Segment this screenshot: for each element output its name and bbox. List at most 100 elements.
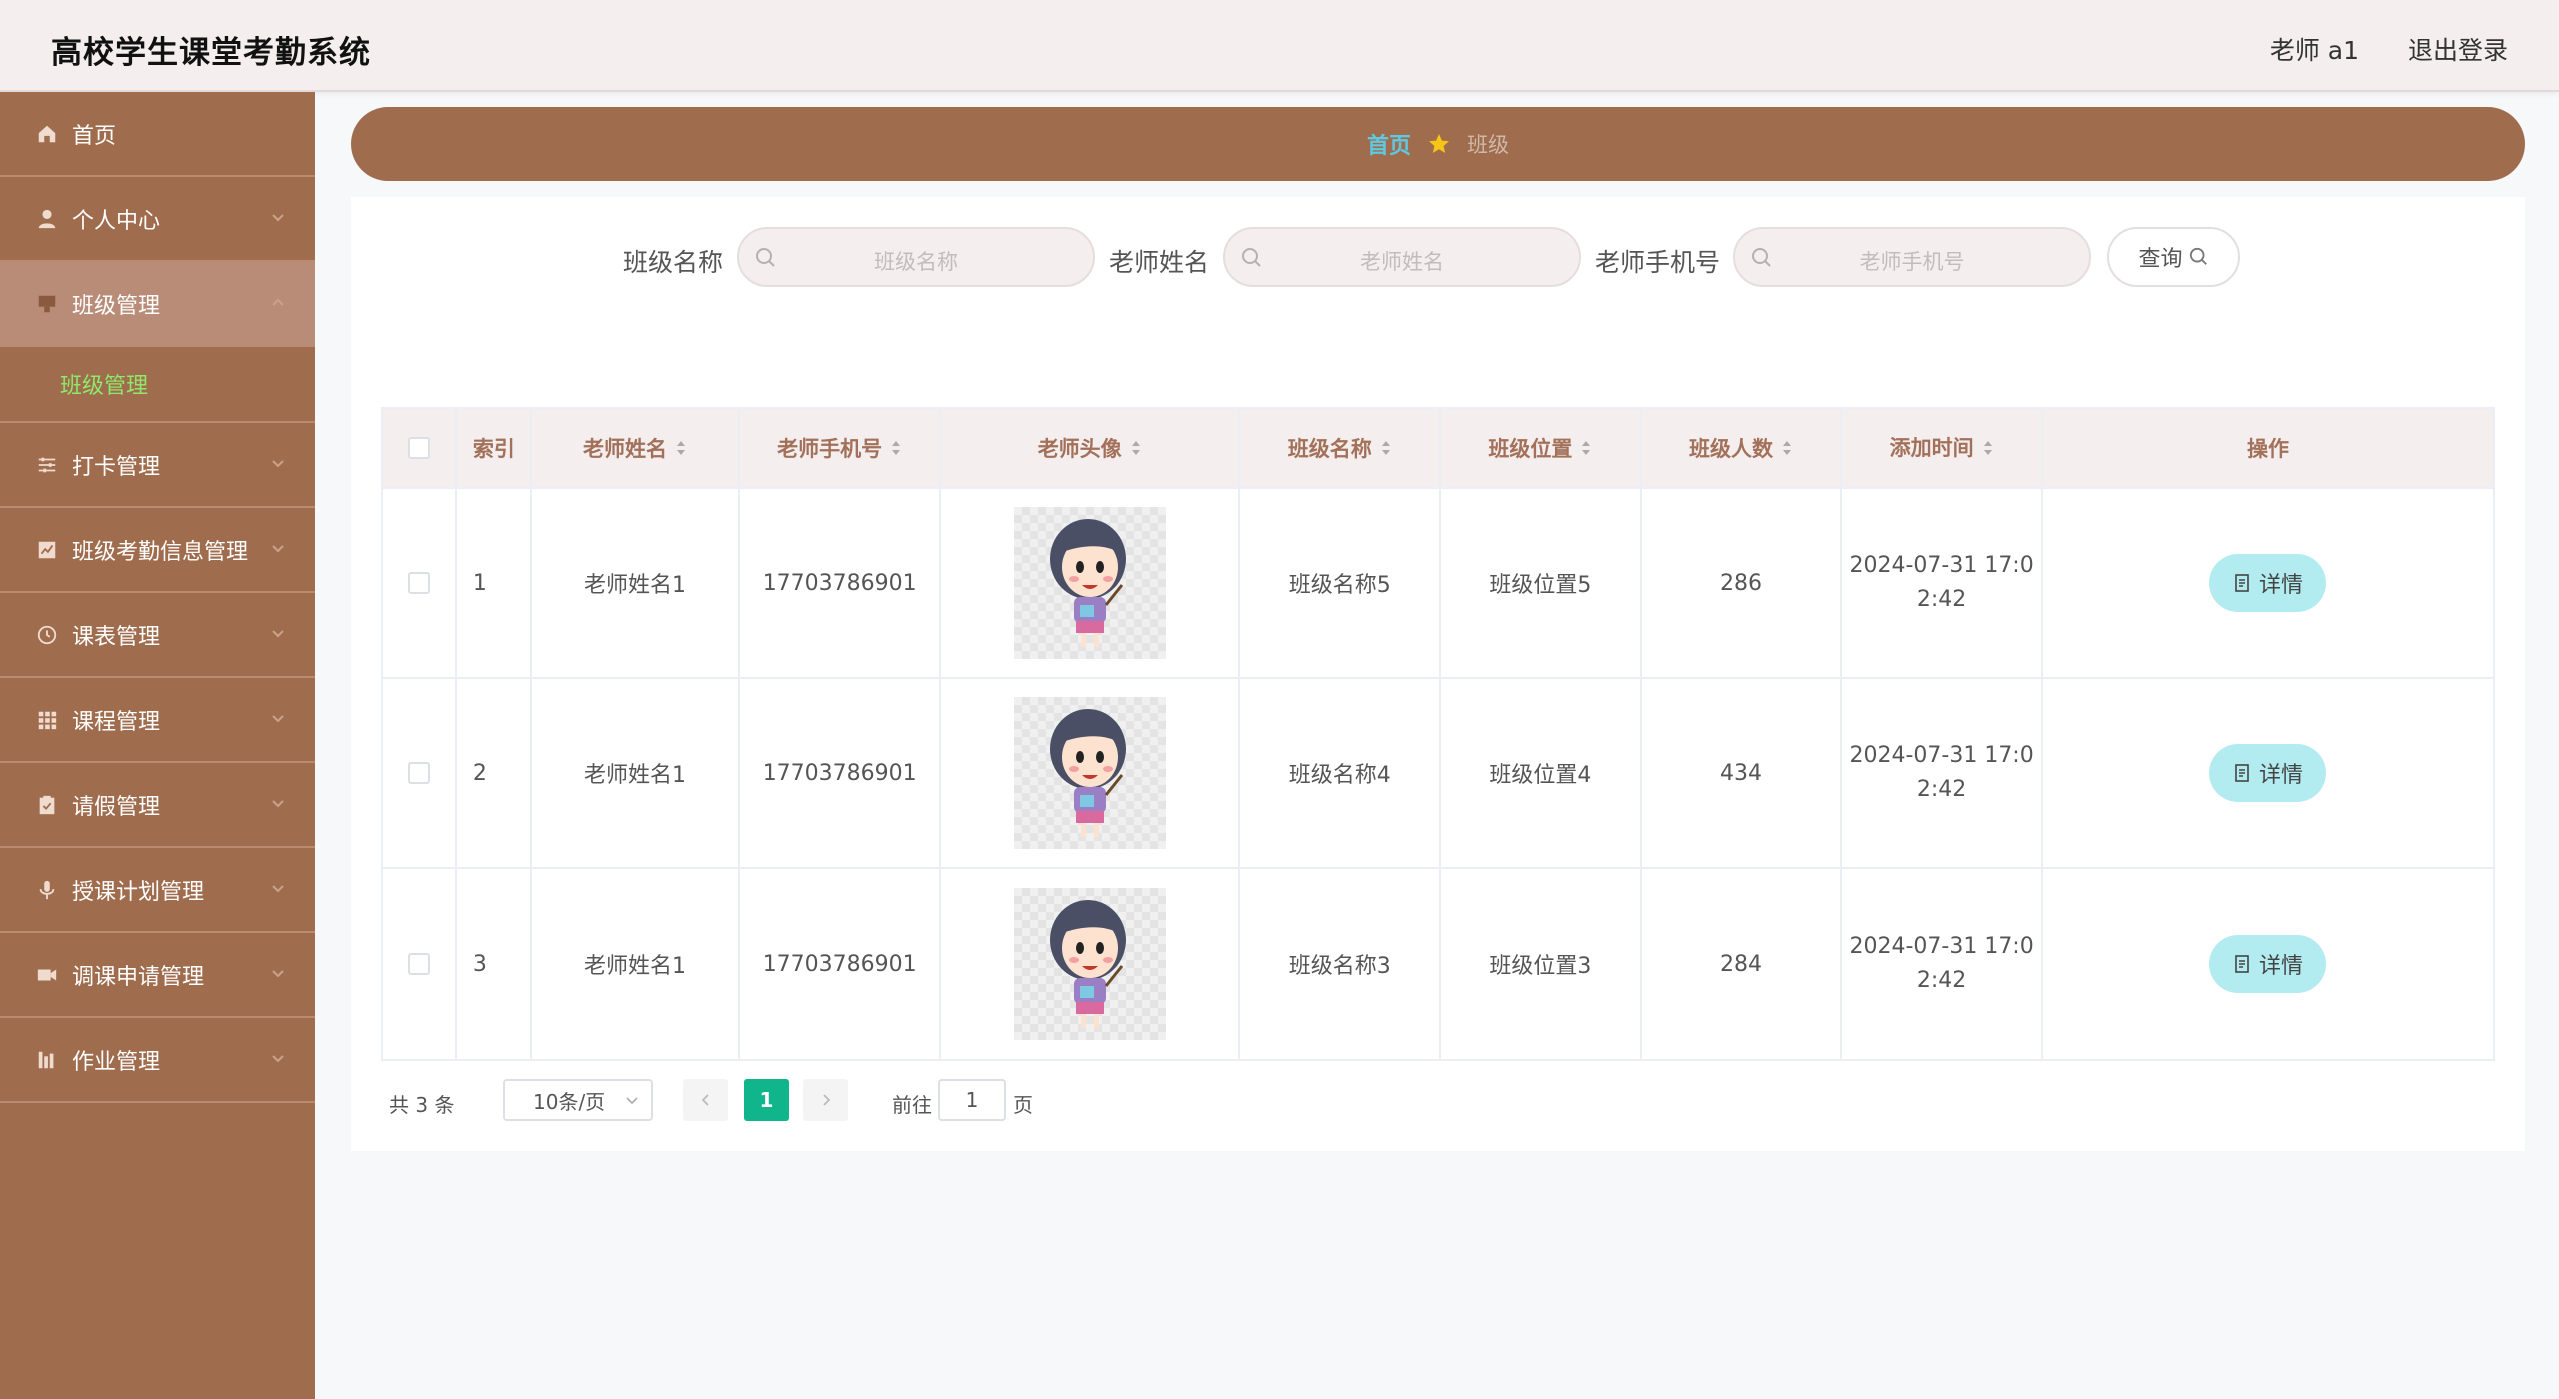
mic-icon (36, 879, 58, 901)
table-header: 索引 老师姓名 老师手机号 老师头像 班级名称 班级位置 班级人数 添加时间 操… (383, 409, 2493, 489)
cell-avatar (941, 489, 1241, 677)
chevron-down-icon (626, 1097, 638, 1105)
class-name-input[interactable]: 班级名称 (737, 227, 1095, 287)
page-size-value: 10条/页 (533, 1089, 606, 1114)
sidebar: 首页 个人中心 班级管理 班级管理 打卡管理 班级考勤信息管理 课表管理 课程管… (0, 92, 315, 1399)
select-all-checkbox[interactable] (407, 437, 430, 459)
cell-teacher-phone: 17703786901 (740, 489, 941, 677)
sidebar-item-timetable[interactable]: 课表管理 (0, 593, 315, 678)
header-teacher-avatar[interactable]: 老师头像 (941, 409, 1241, 487)
cell-index: 3 (457, 869, 532, 1059)
cell-class-count: 434 (1642, 679, 1843, 867)
sidebar-item-label: 打卡管理 (72, 454, 161, 480)
header-label: 添加时间 (1889, 436, 1974, 460)
detail-button[interactable]: 详情 (2209, 935, 2327, 993)
header-label: 班级名称 (1287, 437, 1372, 461)
next-page-button[interactable] (803, 1079, 848, 1121)
pagination-total: 共 3 条 (389, 1093, 455, 1117)
chevron-down-icon (272, 800, 284, 808)
sidebar-item-teaching-plan[interactable]: 授课计划管理 (0, 848, 315, 933)
chevron-down-icon (272, 630, 284, 638)
sidebar-item-profile[interactable]: 个人中心 (0, 177, 315, 262)
cell-class-name: 班级名称5 (1240, 489, 1442, 677)
prev-page-button[interactable] (683, 1079, 728, 1121)
teacher-name-input[interactable]: 老师姓名 (1223, 227, 1581, 287)
header-add-time[interactable]: 添加时间 (1842, 409, 2043, 487)
page-suffix-label: 页 (1013, 1093, 1033, 1117)
header-actions: 操作 (2246, 437, 2289, 461)
document-icon (2235, 955, 2249, 973)
header-teacher-name[interactable]: 老师姓名 (532, 409, 741, 487)
sidebar-item-label: 作业管理 (72, 1049, 161, 1075)
main-content: 班级名称 班级名称 老师姓名 老师姓名 老师手机号 老师手机号 查询 索引 老师… (351, 197, 2525, 1151)
row-check-cell (383, 679, 457, 867)
breadcrumb-home[interactable]: 首页 (1367, 128, 1411, 160)
cell-teacher-phone: 17703786901 (740, 679, 941, 867)
clock-icon (36, 624, 58, 646)
sidebar-item-label: 班级考勤信息管理 (72, 539, 249, 565)
query-button[interactable]: 查询 (2107, 227, 2240, 287)
cell-avatar (941, 869, 1241, 1059)
chevron-down-icon (272, 545, 284, 553)
teacher-avatar-illustration (1049, 709, 1126, 837)
sidebar-item-label: 授课计划管理 (72, 879, 205, 905)
cell-teacher-name: 老师姓名1 (532, 869, 741, 1059)
page-number-current[interactable]: 1 (744, 1079, 789, 1121)
chevron-up-icon (272, 298, 284, 306)
clipboard-icon (36, 794, 58, 816)
cell-actions: 详情 (2043, 869, 2493, 1059)
row-checkbox[interactable] (407, 953, 430, 975)
goto-page-input[interactable] (938, 1079, 1006, 1121)
teacher-avatar-image[interactable] (1013, 507, 1166, 659)
header-class-count[interactable]: 班级人数 (1642, 409, 1843, 487)
sidebar-item-label: 首页 (72, 123, 117, 149)
cell-class-name: 班级名称4 (1240, 679, 1442, 867)
cell-class-position: 班级位置4 (1441, 679, 1642, 867)
cell-add-time: 2024-07-31 17:0 2:42 (1842, 869, 2043, 1059)
chevron-left-icon (701, 1094, 709, 1106)
detail-button[interactable]: 详情 (2209, 744, 2327, 802)
sidebar-subitem-class-management[interactable]: 班级管理 (0, 347, 315, 423)
sidebar-item-label: 课表管理 (72, 624, 161, 650)
row-checkbox[interactable] (407, 762, 430, 784)
class-table: 索引 老师姓名 老师手机号 老师头像 班级名称 班级位置 班级人数 添加时间 操… (381, 407, 2495, 1061)
detail-button[interactable]: 详情 (2209, 554, 2327, 612)
sidebar-item-homework[interactable]: 作业管理 (0, 1018, 315, 1103)
cell-index: 2 (457, 679, 532, 867)
header-class-position[interactable]: 班级位置 (1441, 409, 1642, 487)
row-checkbox[interactable] (407, 572, 430, 594)
sidebar-item-attendance[interactable]: 班级考勤信息管理 (0, 508, 315, 593)
logout-link[interactable]: 退出登录 (2408, 31, 2508, 67)
teacher-avatar-illustration (1049, 519, 1126, 647)
header-class-name[interactable]: 班级名称 (1240, 409, 1442, 487)
table-row: 2 老师姓名1 17703786901 班级名称4 班级位置4 434 2024… (383, 679, 2493, 869)
cell-index: 1 (457, 489, 532, 677)
cell-class-position: 班级位置3 (1441, 869, 1642, 1059)
sidebar-item-checkin[interactable]: 打卡管理 (0, 423, 315, 508)
sidebar-item-course-adjust[interactable]: 调课申请管理 (0, 933, 315, 1018)
cell-add-time: 2024-07-31 17:0 2:42 (1842, 679, 2043, 867)
detail-button-label: 详情 (2258, 954, 2303, 979)
teacher-avatar-illustration (1049, 900, 1126, 1028)
bars-icon (36, 1049, 58, 1071)
header-teacher-phone[interactable]: 老师手机号 (740, 409, 941, 487)
teacher-avatar-image[interactable] (1013, 888, 1166, 1040)
breadcrumb-current: 班级 (1467, 133, 1509, 157)
sidebar-item-class-management[interactable]: 班级管理 (0, 262, 315, 347)
class-name-label: 班级名称 (623, 248, 724, 277)
sidebar-item-courses[interactable]: 课程管理 (0, 678, 315, 763)
teacher-name-placeholder: 老师姓名 (1360, 250, 1444, 274)
sidebar-item-home[interactable]: 首页 (0, 92, 315, 177)
cell-class-count: 286 (1642, 489, 1843, 677)
sort-icon (1381, 441, 1390, 455)
search-form: 班级名称 班级名称 老师姓名 老师姓名 老师手机号 老师手机号 查询 (351, 227, 2525, 289)
cell-teacher-phone: 17703786901 (740, 869, 941, 1059)
sidebar-item-leave[interactable]: 请假管理 (0, 763, 315, 848)
teacher-avatar-image[interactable] (1013, 697, 1166, 849)
search-icon (2189, 247, 2207, 265)
page-size-select[interactable]: 10条/页 (503, 1079, 653, 1121)
teacher-phone-input[interactable]: 老师手机号 (1733, 227, 2091, 287)
chevron-down-icon (272, 460, 284, 468)
query-button-label: 查询 (2138, 247, 2183, 272)
table-row: 3 老师姓名1 17703786901 班级名称3 班级位置3 284 2024… (383, 869, 2493, 1059)
